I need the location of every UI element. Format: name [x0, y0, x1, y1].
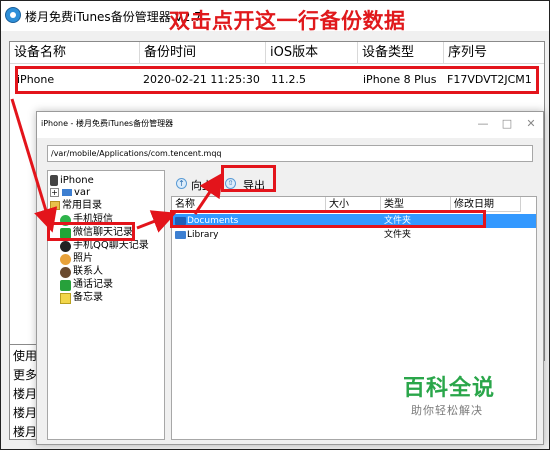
up-label[interactable]: 向上: [191, 177, 213, 193]
photo-icon: [60, 254, 71, 265]
phone-icon: [50, 175, 58, 186]
child-titlebar: iPhone - 楼月免费iTunes备份管理器 — □ ✕: [37, 112, 543, 138]
notes-icon: [60, 293, 71, 304]
file-name: Documents: [187, 216, 239, 226]
tree-item-wechat[interactable]: 微信聊天记录: [73, 226, 133, 239]
maximize-button[interactable]: □: [497, 114, 517, 134]
folder-icon: [50, 201, 60, 210]
export-icon: ⇧: [225, 178, 236, 189]
file-type: 文件夹: [384, 230, 412, 240]
watermark-title: 百科全说: [403, 376, 496, 401]
watermark-subtitle: 助你轻松解决: [411, 404, 483, 417]
tree-item-notes[interactable]: 备忘录: [73, 291, 103, 304]
column-header-date[interactable]: 修改日期: [451, 197, 521, 212]
file-row-library[interactable]: Library 文件夹: [172, 228, 536, 242]
row-highlight-box: [15, 66, 539, 94]
column-header-device-type[interactable]: 设备类型: [358, 42, 444, 64]
column-header-size[interactable]: 大小: [326, 197, 381, 212]
sms-icon: [60, 215, 71, 226]
instruction-caption: 双击点开这一行备份数据: [169, 9, 406, 33]
tree-item-common[interactable]: 常用目录: [62, 199, 102, 212]
tree-item-photos[interactable]: 照片: [73, 252, 93, 265]
column-header-device-name[interactable]: 设备名称: [10, 42, 140, 64]
contacts-icon: [60, 267, 71, 278]
column-header-ios-version[interactable]: iOS版本: [266, 42, 358, 64]
main-titlebar: 楼月免费iTunes备份管理器 V2.7 双击点开这一行备份数据: [1, 1, 549, 33]
tree-item-qq[interactable]: 手机QQ聊天记录: [73, 239, 149, 252]
column-header-backup-time[interactable]: 备份时间: [140, 42, 266, 64]
file-type: 文件夹: [384, 216, 412, 226]
close-button[interactable]: ✕: [521, 114, 541, 134]
call-log-icon: [60, 280, 71, 291]
child-window-title: iPhone - 楼月免费iTunes备份管理器: [41, 119, 174, 128]
column-header-serial[interactable]: 序列号: [444, 42, 544, 64]
tree-item-contacts[interactable]: 联系人: [73, 265, 103, 278]
expand-icon[interactable]: +: [50, 188, 59, 197]
column-header-name[interactable]: 名称: [172, 197, 326, 212]
file-row-documents[interactable]: Documents 文件夹: [172, 214, 536, 228]
export-label: 导出: [243, 179, 265, 192]
folder-icon: [175, 231, 186, 239]
file-name: Library: [187, 230, 219, 240]
app-logo-icon: [5, 7, 21, 23]
path-field[interactable]: /var/mobile/Applications/com.tencent.mqq: [47, 145, 533, 162]
column-header-type[interactable]: 类型: [381, 197, 451, 212]
minimize-button[interactable]: —: [473, 114, 493, 134]
arrow-up-icon: ↑: [176, 178, 187, 189]
wechat-icon: [60, 228, 71, 239]
toolbar: ↑ 向上 ⇧ 导出: [171, 170, 537, 198]
tree-item-call-log[interactable]: 通话记录: [73, 278, 113, 291]
folder-icon: [175, 217, 186, 225]
tree-item-var[interactable]: var: [74, 186, 90, 199]
directory-tree: iPhone + var 常用目录 手机短信 微信聊天记录 手机QQ聊天记录 照…: [47, 170, 165, 440]
export-button[interactable]: ⇧ 导出: [223, 176, 283, 192]
folder-icon: [62, 189, 72, 196]
tree-item-sms[interactable]: 手机短信: [73, 213, 113, 226]
qq-icon: [60, 241, 71, 252]
